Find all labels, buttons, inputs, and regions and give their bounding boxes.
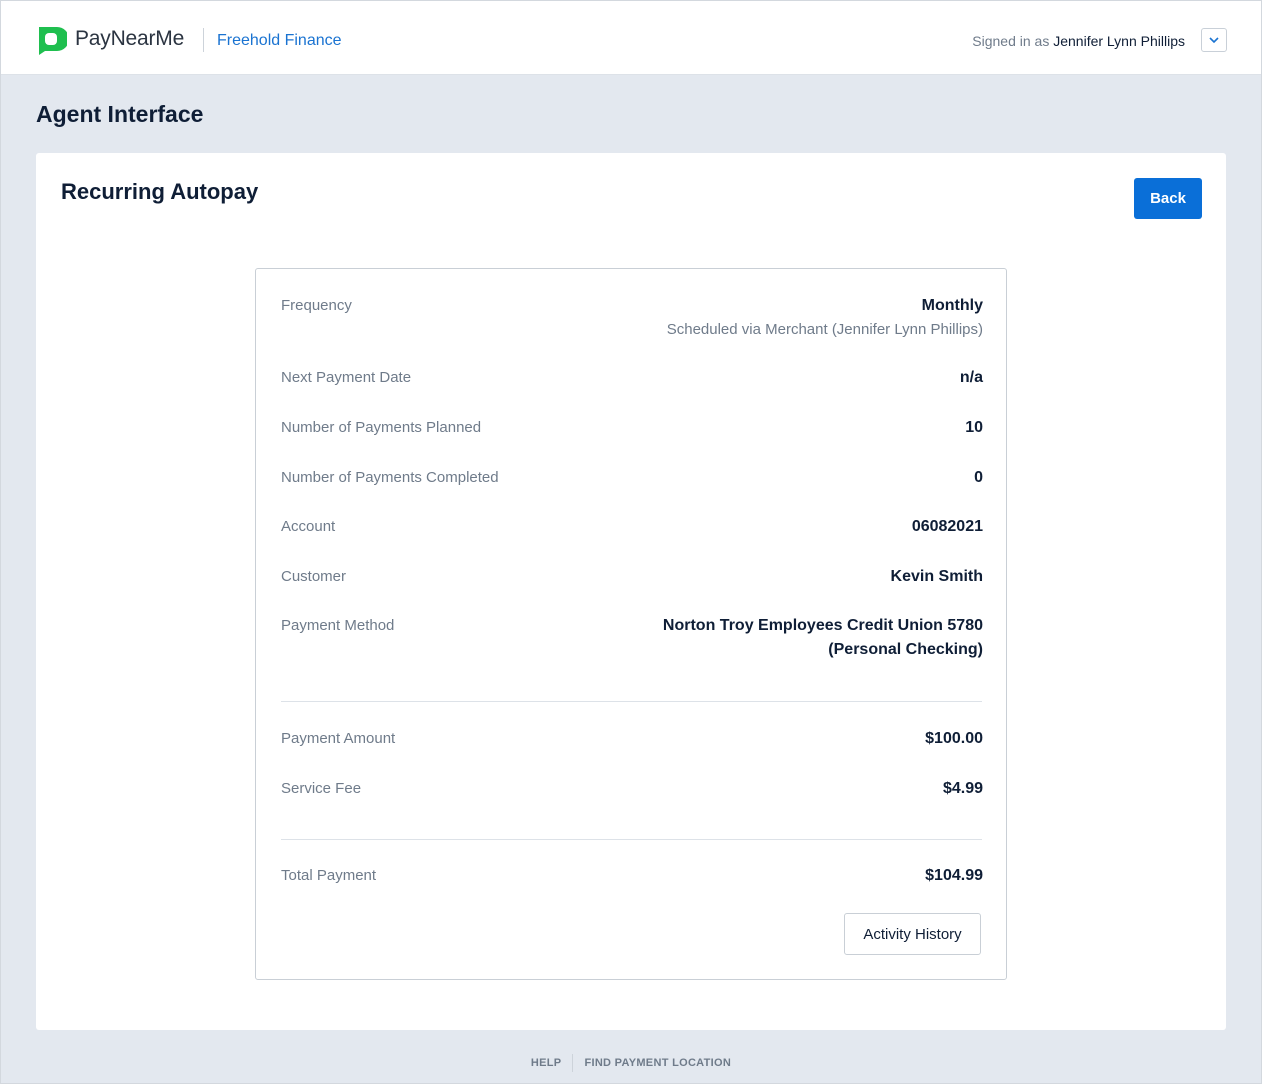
- footer: HELP FIND PAYMENT LOCATION: [1, 1053, 1261, 1073]
- signed-in-user: Jennifer Lynn Phillips: [1053, 33, 1185, 49]
- detail-value: 10: [965, 419, 983, 436]
- detail-value: Kevin Smith: [890, 568, 983, 585]
- paynearme-logo-icon: [39, 27, 67, 55]
- frequency-scheduled-note: Scheduled via Merchant (Jennifer Lynn Ph…: [666, 321, 983, 338]
- detail-value: n/a: [959, 369, 983, 386]
- payment-method-name: Norton Troy Employees Credit Union 5780: [662, 617, 983, 634]
- user-menu-button[interactable]: [1201, 28, 1227, 52]
- detail-value: Monthly Scheduled via Merchant (Jennifer…: [667, 297, 983, 338]
- detail-value: $100.00: [925, 730, 983, 747]
- detail-value: Norton Troy Employees Credit Union 5780 …: [663, 617, 983, 659]
- detail-label: Next Payment Date: [281, 369, 412, 386]
- autopay-details-panel: Frequency Monthly Scheduled via Merchant…: [255, 268, 1007, 980]
- detail-value: 06082021: [911, 518, 983, 535]
- detail-label: Total Payment: [281, 867, 377, 884]
- footer-help-link[interactable]: HELP: [531, 1057, 562, 1069]
- brand-name: PayNearMe: [75, 27, 185, 50]
- detail-value: 0: [974, 469, 983, 486]
- payment-method-type: (Personal Checking): [828, 641, 983, 658]
- brand-divider: [203, 28, 204, 52]
- detail-label: Number of Payments Completed: [281, 469, 499, 486]
- signed-in-label: Signed in as Jennifer Lynn Phillips: [972, 33, 1185, 49]
- back-button[interactable]: Back: [1134, 178, 1202, 219]
- detail-label: Payment Amount: [281, 730, 396, 747]
- frequency-value: Monthly: [921, 297, 983, 314]
- detail-label: Frequency: [281, 297, 352, 314]
- detail-label: Account: [281, 518, 336, 535]
- section-divider: [281, 701, 982, 702]
- merchant-name[interactable]: Freehold Finance: [217, 32, 342, 50]
- activity-history-button[interactable]: Activity History: [844, 913, 981, 955]
- detail-value: $4.99: [942, 780, 983, 797]
- footer-find-location-link[interactable]: FIND PAYMENT LOCATION: [584, 1057, 731, 1069]
- detail-label: Payment Method: [281, 617, 395, 634]
- detail-label: Number of Payments Planned: [281, 419, 482, 436]
- chevron-down-icon: [1209, 36, 1219, 43]
- page-title: Agent Interface: [36, 101, 204, 127]
- detail-value: $104.99: [925, 867, 983, 884]
- section-divider: [281, 839, 982, 840]
- footer-separator: [572, 1054, 574, 1072]
- signed-in-prefix: Signed in as: [972, 33, 1050, 49]
- card-title: Recurring Autopay: [61, 179, 259, 204]
- recurring-autopay-card: Recurring Autopay Back Frequency Monthly…: [36, 153, 1226, 1030]
- detail-label: Service Fee: [281, 780, 362, 797]
- top-bar: PayNearMe Freehold Finance Signed in as …: [1, 1, 1261, 75]
- detail-label: Customer: [281, 568, 347, 585]
